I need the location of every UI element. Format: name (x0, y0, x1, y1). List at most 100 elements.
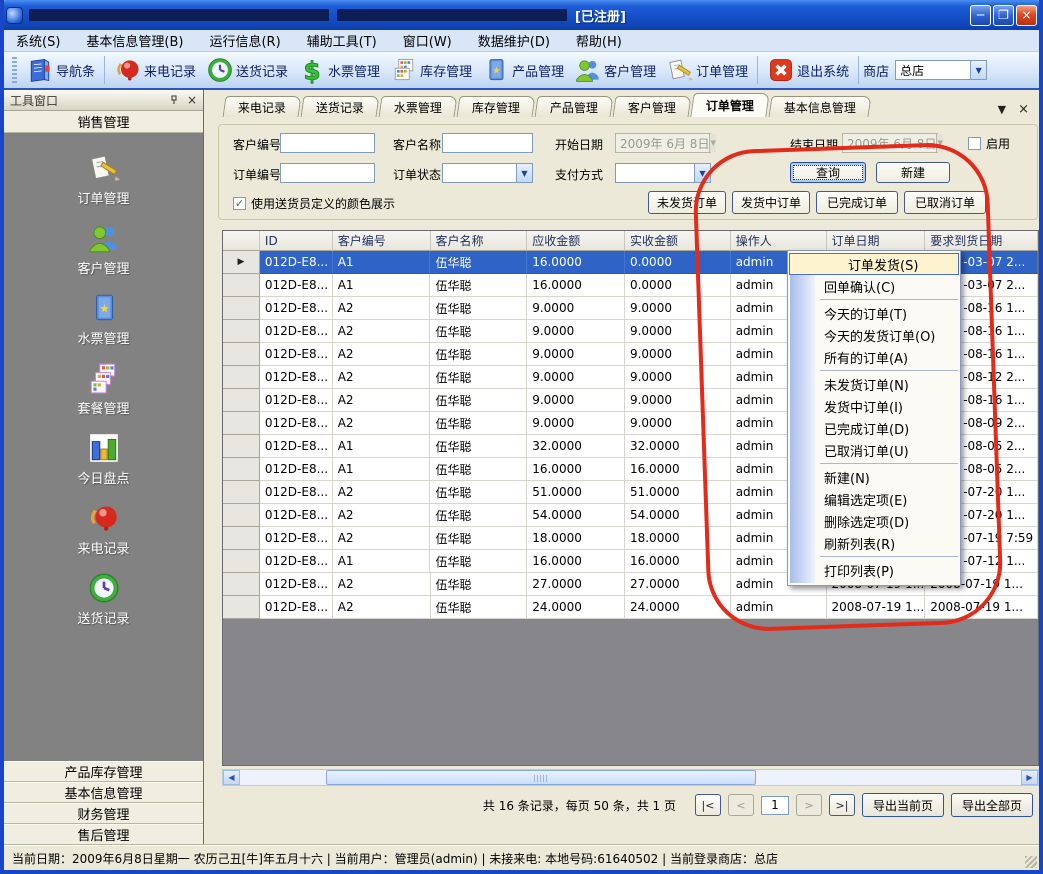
sidebar-group-after-sales[interactable]: 售后管理 (4, 824, 203, 845)
menu-data-maintenance[interactable]: 数据维护(D) (478, 31, 550, 50)
restore-button[interactable]: ❐ (993, 5, 1014, 26)
export-current-page-button[interactable]: 导出当前页 (862, 793, 944, 817)
sidebar-group-product-inventory[interactable]: 产品库存管理 (4, 761, 203, 782)
order-status-select[interactable]: ▼ (442, 163, 533, 183)
menu-item-refresh-list[interactable]: 刷新列表(R) (788, 532, 960, 554)
pin-icon[interactable] (169, 95, 179, 105)
cancelled-orders-button[interactable]: 已取消订单 (904, 191, 986, 214)
menu-window[interactable]: 窗口(W) (403, 31, 452, 50)
end-date-picker[interactable]: 2009年 6月 8日 ▼ (842, 133, 938, 153)
menu-runtime-info[interactable]: 运行信息(R) (209, 31, 280, 50)
toolbar-navigator-button[interactable]: 导航条 (21, 54, 100, 86)
export-all-pages-button[interactable]: 导出全部页 (951, 793, 1033, 817)
completed-orders-button[interactable]: 已完成订单 (816, 191, 898, 214)
column-header-id[interactable]: ID (260, 231, 333, 251)
column-header-receivable[interactable]: 应收金额 (527, 231, 625, 251)
menu-system[interactable]: 系统(S) (16, 31, 60, 50)
customer-no-input[interactable] (280, 133, 375, 153)
column-header-customer-no[interactable]: 客户编号 (333, 231, 431, 251)
checkbox-check-icon[interactable]: ✓ (233, 197, 246, 210)
toolbar-delivery-records-button[interactable]: 送货记录 (201, 54, 293, 86)
tab-inventory[interactable]: 库存管理 (457, 96, 536, 117)
scrollbar-thumb[interactable] (326, 770, 756, 785)
tab-order-mgmt[interactable]: 订单管理 (690, 93, 769, 117)
page-number-input[interactable] (761, 796, 789, 815)
menu-aux-tools[interactable]: 辅助工具(T) (307, 31, 377, 50)
toolbar-water-ticket-button[interactable]: $ 水票管理 (293, 54, 385, 86)
toolbar-product-button[interactable]: ★ 产品管理 (477, 54, 569, 86)
customer-name-input[interactable] (442, 133, 533, 153)
menu-item-confirm-receipt[interactable]: 回单确认(C) (788, 275, 960, 297)
shop-select[interactable]: 总店 ▼ (895, 60, 987, 80)
sidebar-item-order-mgmt[interactable]: 订单管理 (4, 145, 203, 215)
menu-item-unshipped-orders[interactable]: 未发货订单(N) (788, 373, 960, 395)
toolbar-grip[interactable] (12, 57, 17, 83)
menu-item-ship-order[interactable]: 订单发货(S) (789, 253, 959, 275)
tab-water-ticket[interactable]: 水票管理 (379, 96, 458, 117)
enable-checkbox[interactable]: 启用 (968, 135, 1010, 152)
last-page-button[interactable]: >| (829, 794, 855, 816)
new-button[interactable]: 新建 (876, 162, 950, 183)
sidebar-group-basic-info[interactable]: 基本信息管理 (4, 782, 203, 803)
menu-item-shipping-orders[interactable]: 发货中订单(I) (788, 395, 960, 417)
scroll-left-icon[interactable]: ◀ (223, 770, 240, 785)
tab-customer[interactable]: 客户管理 (613, 96, 692, 117)
table-row[interactable]: 012D-E8...A2伍华聪24.000024.0000admin2008-0… (223, 596, 1038, 619)
toolbar-order-button[interactable]: 订单管理 (661, 54, 753, 86)
first-page-button[interactable]: |< (695, 794, 721, 816)
tab-close-icon[interactable]: × (1018, 102, 1029, 117)
column-header-customer-name[interactable]: 客户名称 (431, 231, 528, 251)
menu-item-completed-orders[interactable]: 已完成订单(D) (788, 417, 960, 439)
close-button[interactable]: × (1016, 5, 1037, 26)
column-header-required-date[interactable]: 要求到货日期 (925, 231, 1038, 251)
chevron-down-icon[interactable]: ▼ (516, 164, 532, 182)
sidebar-group-finance[interactable]: 财务管理 (4, 803, 203, 824)
menu-item-print-list[interactable]: 打印列表(P) (788, 559, 960, 581)
column-header-operator[interactable]: 操作人 (731, 231, 827, 251)
pay-method-select[interactable]: ▼ (615, 163, 711, 183)
menu-item-cancelled-orders[interactable]: 已取消订单(U) (788, 439, 960, 461)
column-header-order-date[interactable]: 订单日期 (827, 231, 926, 251)
unshipped-orders-button[interactable]: 未发货订单 (648, 191, 726, 214)
delivery-color-checkbox[interactable]: ✓ 使用送货员定义的颜色展示 (233, 195, 395, 212)
checkbox-box[interactable] (968, 137, 981, 150)
chevron-down-icon[interactable]: ▼ (694, 164, 710, 182)
menu-item-edit-selected[interactable]: 编辑选定项(E) (788, 488, 960, 510)
tab-call-records[interactable]: 来电记录 (223, 96, 302, 117)
toolbar-customer-button[interactable]: 客户管理 (569, 54, 661, 86)
scroll-right-icon[interactable]: ▶ (1021, 770, 1038, 785)
sidebar-item-package-mgmt[interactable]: 套餐管理 (4, 355, 203, 425)
toolbar-exit-button[interactable]: 退出系统 (762, 54, 854, 86)
prev-page-button[interactable]: < (728, 794, 754, 816)
toolbar-inventory-button[interactable]: 库存管理 (385, 54, 477, 86)
close-icon[interactable]: × (187, 93, 197, 107)
sidebar-item-water-ticket-mgmt[interactable]: ★ 水票管理 (4, 285, 203, 355)
tab-dropdown-icon[interactable]: ▼ (998, 103, 1006, 116)
shipping-orders-button[interactable]: 发货中订单 (732, 191, 810, 214)
tab-delivery-records[interactable]: 送货记录 (301, 96, 380, 117)
sidebar-group-sales[interactable]: 销售管理 (4, 111, 203, 133)
sidebar-item-call-records[interactable]: 来电记录 (4, 495, 203, 565)
sidebar-item-delivery-records[interactable]: 送货记录 (4, 565, 203, 635)
menu-item-todays-shipped-orders[interactable]: 今天的发货订单(O) (788, 324, 960, 346)
sidebar-item-customer-mgmt[interactable]: 客户管理 (4, 215, 203, 285)
menu-item-all-orders[interactable]: 所有的订单(A) (788, 346, 960, 368)
menu-help[interactable]: 帮助(H) (576, 31, 622, 50)
order-no-input[interactable] (280, 163, 375, 183)
column-header-received[interactable]: 实收金额 (625, 231, 731, 251)
query-button[interactable]: 查询 (790, 162, 866, 183)
menu-item-new[interactable]: 新建(N) (788, 466, 960, 488)
menu-basic-info[interactable]: 基本信息管理(B) (86, 31, 183, 50)
menu-item-delete-selected[interactable]: 删除选定项(D) (788, 510, 960, 532)
menu-item-todays-orders[interactable]: 今天的订单(T) (788, 302, 960, 324)
toolbar-call-records-button[interactable]: 来电记录 (109, 54, 201, 86)
resize-grip[interactable] (1025, 856, 1037, 868)
tab-product[interactable]: 产品管理 (535, 96, 614, 117)
next-page-button[interactable]: > (796, 794, 822, 816)
tab-basic-info[interactable]: 基本信息管理 (769, 96, 872, 117)
start-date-picker[interactable]: 2009年 6月 8日 ▼ (615, 133, 711, 153)
chevron-down-icon[interactable]: ▼ (970, 61, 986, 79)
horizontal-scrollbar[interactable]: ◀ ▶ (222, 769, 1039, 786)
minimize-button[interactable]: ─ (970, 5, 991, 26)
sidebar-item-today-stocktake[interactable]: 今日盘点 (4, 425, 203, 495)
